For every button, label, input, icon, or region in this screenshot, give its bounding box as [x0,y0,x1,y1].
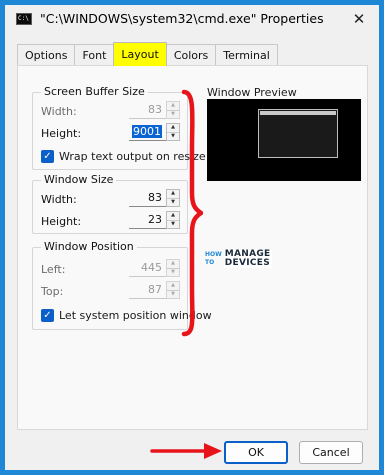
logo-devices: DEVICES [223,258,272,268]
spin-down-icon[interactable]: ▼ [167,219,179,229]
buffer-height-field[interactable]: 9001 [129,123,166,141]
logo-big-text: MANAGE DEVICES [223,250,272,268]
window-width-arrows[interactable]: ▲ ▼ [166,189,180,207]
spin-down-icon[interactable]: ▼ [167,131,179,141]
tab-font[interactable]: Font [74,44,115,66]
window-height-spinner[interactable]: 23 ▲ ▼ [129,211,181,229]
spin-up-icon[interactable]: ▲ [167,282,179,290]
spin-up-icon[interactable]: ▲ [167,260,179,268]
tab-strip: Options Font Layout Colors Terminal [17,42,278,66]
buffer-width-label: Width: [41,105,77,118]
cancel-button[interactable]: Cancel [299,441,363,464]
spin-down-icon[interactable]: ▼ [167,289,179,299]
window-size-title: Window Size [41,173,117,186]
window-height-arrows[interactable]: ▲ ▼ [166,211,180,229]
buffer-width-field[interactable]: 83 [129,101,166,119]
window-width-label: Width: [41,193,77,206]
logo-how: HOW [205,251,222,258]
tab-terminal[interactable]: Terminal [215,44,278,66]
position-top-spinner[interactable]: 87 ▲ ▼ [129,281,181,299]
screen-buffer-title: Screen Buffer Size [41,85,148,98]
position-left-field[interactable]: 445 [129,259,166,277]
spin-down-icon[interactable]: ▼ [167,109,179,119]
window-width-spinner[interactable]: 83 ▲ ▼ [129,189,181,207]
position-top-field[interactable]: 87 [129,281,166,299]
buffer-height-selected-text: 9001 [132,125,162,138]
annotation-arrow-icon [150,443,222,459]
window-title: "C:\WINDOWS\system32\cmd.exe" Properties [40,11,324,26]
position-top-label: Top: [41,285,64,298]
position-left-spinner[interactable]: 445 ▲ ▼ [129,259,181,277]
title-bar[interactable]: C:\ "C:\WINDOWS\system32\cmd.exe" Proper… [5,5,379,34]
spin-down-icon[interactable]: ▼ [167,197,179,207]
cmd-app-icon: C:\ [16,13,32,25]
preview-titlebar [260,111,336,115]
position-left-label: Left: [41,263,66,276]
buffer-width-arrows[interactable]: ▲ ▼ [166,101,180,119]
buffer-height-spinner[interactable]: 9001 ▲ ▼ [129,123,181,141]
tab-colors[interactable]: Colors [165,44,217,66]
position-top-arrows[interactable]: ▲ ▼ [166,281,180,299]
spin-up-icon[interactable]: ▲ [167,124,179,132]
logo-small-text: HOW TO [205,251,222,267]
window-width-field[interactable]: 83 [129,189,166,207]
spin-up-icon[interactable]: ▲ [167,102,179,110]
buffer-height-arrows[interactable]: ▲ ▼ [166,123,180,141]
spin-up-icon[interactable]: ▲ [167,212,179,220]
window-preview [207,99,361,181]
howtomanagedevices-logo: HOW TO MANAGE DEVICES [205,250,272,268]
buffer-height-label: Height: [41,127,82,140]
buffer-width-spinner[interactable]: 83 ▲ ▼ [129,101,181,119]
window-height-label: Height: [41,215,82,228]
window-position-title: Window Position [41,240,137,253]
window-preview-label: Window Preview [207,86,297,99]
checkmark-icon[interactable]: ✓ [41,150,54,163]
tab-options[interactable]: Options [17,44,76,66]
close-button[interactable]: ✕ [345,7,373,31]
window-height-field[interactable]: 23 [129,211,166,229]
logo-to: TO [205,259,215,266]
spin-down-icon[interactable]: ▼ [167,267,179,277]
position-left-arrows[interactable]: ▲ ▼ [166,259,180,277]
spin-up-icon[interactable]: ▲ [167,190,179,198]
ok-button[interactable]: OK [224,441,288,464]
annotation-brace-icon [181,89,203,337]
preview-window-icon [258,109,338,158]
tab-layout[interactable]: Layout [113,42,167,66]
checkmark-icon[interactable]: ✓ [41,309,54,322]
layout-tab-panel: Screen Buffer Size Width: 83 ▲ ▼ Height:… [17,65,368,430]
properties-dialog: C:\ "C:\WINDOWS\system32\cmd.exe" Proper… [5,5,379,470]
